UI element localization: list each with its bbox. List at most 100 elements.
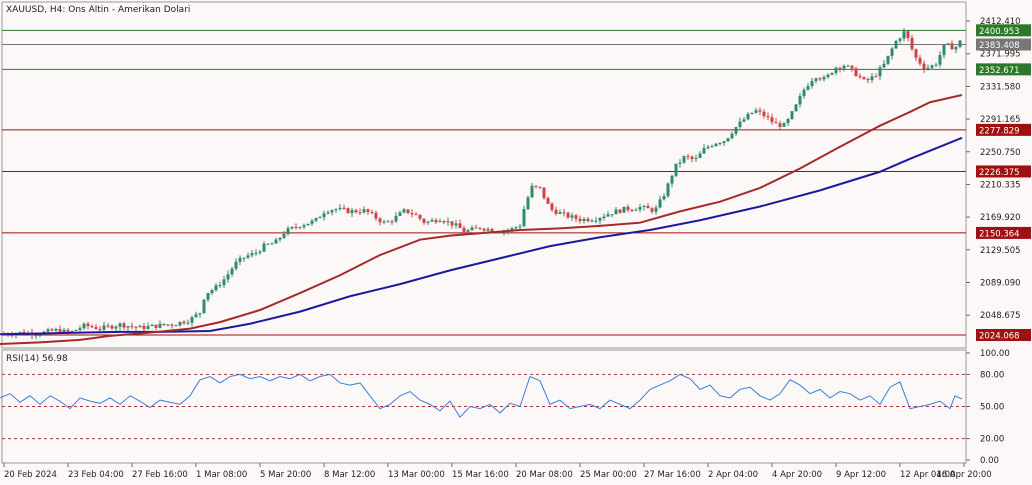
candle-body — [414, 214, 418, 216]
candle-body — [870, 76, 874, 81]
candle-body — [338, 207, 342, 210]
candle-body — [442, 221, 446, 223]
candle-body — [666, 183, 670, 197]
candle-body — [170, 324, 174, 326]
chart-canvas[interactable]: XAUUSD, H4: Ons Altin - Amerikan Dolari 2… — [0, 0, 1032, 485]
chart-title: XAUUSD, H4: Ons Altin - Amerikan Dolari — [6, 5, 190, 15]
candle-body — [214, 285, 218, 291]
candle-body — [606, 214, 610, 217]
candle-body — [550, 203, 554, 210]
candle-body — [130, 326, 134, 328]
candle-body — [698, 153, 702, 159]
candle-body — [714, 143, 718, 147]
candle-body — [306, 223, 310, 226]
candle-body — [350, 210, 354, 214]
candle-body — [594, 220, 598, 222]
candle-body — [90, 326, 94, 328]
ma-fast-line — [0, 93, 963, 345]
candle-body — [458, 223, 462, 229]
candle-body — [750, 112, 754, 114]
price-level-label: 2352.671 — [979, 66, 1020, 76]
candle-body — [718, 143, 722, 145]
candle-body — [622, 206, 626, 213]
y-tick-label: 2291.165 — [980, 115, 1021, 125]
candle-body — [298, 227, 302, 229]
candle-body — [54, 329, 58, 331]
candle-body — [866, 79, 870, 81]
candle-body — [542, 187, 546, 198]
candle-body — [878, 67, 882, 77]
candle-body — [274, 239, 278, 244]
candle-body — [778, 123, 782, 127]
candle-body — [114, 326, 118, 329]
x-tick-label: 16 Apr 20:00 — [936, 470, 991, 480]
candle-body — [690, 156, 694, 159]
price-level-label: 2226.375 — [979, 168, 1020, 178]
candle-body — [38, 334, 42, 336]
price-level-label: 2400.953 — [979, 27, 1020, 37]
candle-body — [694, 158, 698, 160]
chart-window[interactable]: XAUUSD, H4: Ons Altin - Amerikan Dolari 2… — [0, 0, 1032, 485]
candle-body — [918, 57, 922, 64]
candle-body — [278, 237, 282, 240]
candle-body — [914, 49, 918, 58]
x-tick-label: 15 Mar 16:00 — [452, 470, 509, 480]
candle-body — [310, 220, 314, 224]
candle-body — [642, 206, 646, 208]
candle-body — [890, 48, 894, 56]
candle-body — [858, 76, 862, 78]
candle-body — [874, 76, 878, 78]
candle-body — [954, 46, 958, 50]
x-tick-label: 4 Apr 20:00 — [772, 470, 822, 480]
candle-body — [638, 207, 642, 210]
x-tick-label: 25 Mar 00:00 — [580, 470, 637, 480]
candle-body — [618, 209, 622, 213]
candle-body — [70, 330, 74, 332]
price-level-label: 2024.068 — [979, 332, 1020, 342]
candle-body — [294, 226, 298, 228]
candle-body — [902, 31, 906, 39]
candle-body — [566, 212, 570, 218]
candle-body — [626, 206, 630, 210]
x-tick-label: 27 Feb 16:00 — [132, 470, 188, 480]
candle-body — [422, 218, 426, 223]
candle-body — [530, 185, 534, 198]
candle-body — [598, 217, 602, 221]
candle-body — [126, 326, 130, 328]
candle-body — [430, 220, 434, 222]
candle-body — [554, 209, 558, 214]
candle-body — [942, 44, 946, 56]
candle-body — [158, 323, 162, 328]
candle-body — [742, 119, 746, 122]
candle-body — [242, 257, 246, 259]
candle-body — [206, 293, 210, 300]
y-tick-label: 2371.995 — [980, 50, 1021, 60]
candle-body — [670, 175, 674, 184]
candle-body — [514, 227, 518, 229]
candle-body — [730, 133, 734, 139]
candle-body — [258, 251, 262, 253]
candle-body — [886, 55, 890, 64]
candle-body — [614, 209, 618, 215]
candle-body — [546, 197, 550, 204]
candle-body — [322, 213, 326, 218]
candle-body — [282, 234, 286, 238]
candle-body — [574, 215, 578, 219]
y-tick-label: 2250.750 — [980, 148, 1021, 158]
y-tick-label: 2048.675 — [980, 311, 1021, 321]
candle-body — [474, 227, 478, 229]
candle-body — [790, 111, 794, 119]
candle-body — [286, 228, 290, 235]
candle-body — [602, 216, 606, 218]
y-tick-label: 2169.920 — [980, 213, 1021, 223]
candle-body — [426, 221, 430, 223]
candle-body — [390, 221, 394, 223]
candle-body — [926, 67, 930, 70]
candle-body — [958, 40, 962, 47]
x-tick-label: 23 Feb 04:00 — [68, 470, 124, 480]
candle-body — [822, 77, 826, 80]
candle-body — [674, 163, 678, 176]
candle-body — [354, 210, 358, 213]
candle-body — [134, 326, 138, 328]
candle-body — [578, 218, 582, 222]
